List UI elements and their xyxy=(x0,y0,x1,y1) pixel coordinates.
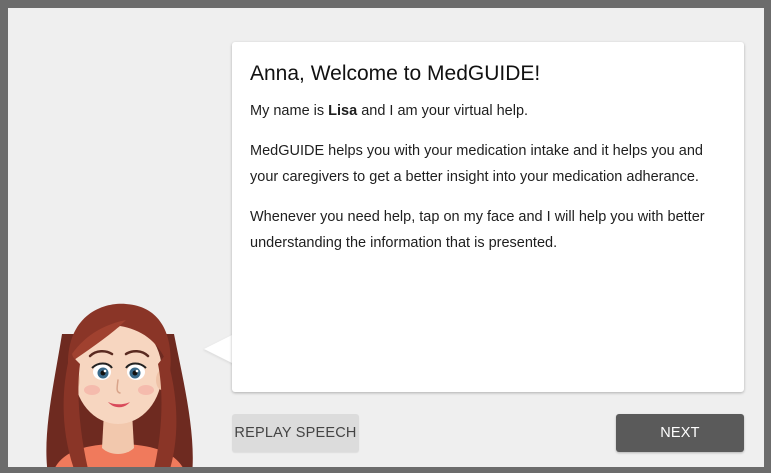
intro-prefix: My name is xyxy=(250,103,329,119)
welcome-title: Anna, Welcome to MedGUIDE! xyxy=(250,62,541,85)
avatar-face-icon[interactable] xyxy=(34,294,204,473)
intro-suffix: and I am your virtual help. xyxy=(357,103,529,119)
help-paragraph: Whenever you need help, tap on my face a… xyxy=(250,209,705,251)
next-button[interactable]: NEXT xyxy=(616,414,744,452)
app-frame: Anna, Welcome to MedGUIDE! My name is Li… xyxy=(0,0,771,473)
speech-bubble-tail xyxy=(204,334,234,364)
replay-speech-button[interactable]: REPLAY SPEECH xyxy=(232,414,359,452)
intro-paragraph: My name is Lisa and I am your virtual he… xyxy=(250,98,726,124)
assistant-name: Lisa xyxy=(328,103,358,119)
description-paragraph: MedGUIDE helps you with your medication … xyxy=(250,143,703,185)
speech-bubble-card: Anna, Welcome to MedGUIDE! My name is Li… xyxy=(232,42,744,392)
